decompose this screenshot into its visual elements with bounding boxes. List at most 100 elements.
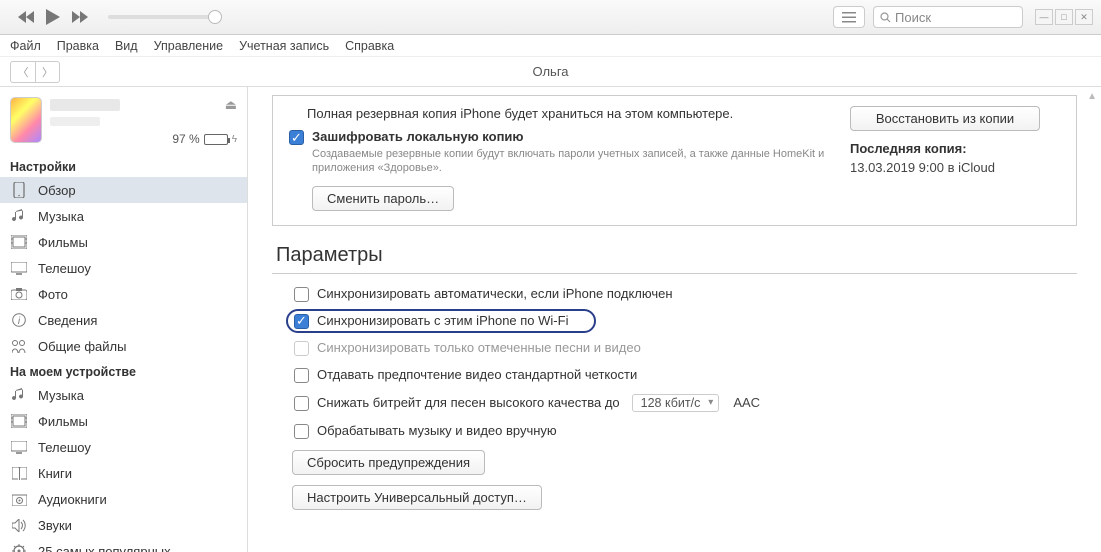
- option-checkbox[interactable]: [294, 368, 309, 383]
- sidebar-item-label: Музыка: [38, 388, 84, 403]
- camera-icon: [10, 286, 28, 302]
- menu-edit[interactable]: Правка: [57, 39, 99, 53]
- sidebar-item-label: Телешоу: [38, 440, 91, 455]
- minimize-button[interactable]: —: [1035, 9, 1053, 25]
- sidebar-item-label: Общие файлы: [38, 339, 126, 354]
- option-row: Синхронизировать автоматически, если iPh…: [294, 286, 1101, 302]
- backup-description: Полная резервная копия iPhone будет хран…: [307, 106, 826, 121]
- option-checkbox[interactable]: [294, 424, 309, 439]
- option-label: Синхронизировать только отмеченные песни…: [317, 340, 641, 355]
- codec-label: AAC: [733, 395, 760, 410]
- sidebar-item-label: Фильмы: [38, 235, 88, 250]
- back-button[interactable]: 〈: [11, 62, 35, 82]
- sidebar-item[interactable]: Звуки: [0, 512, 247, 538]
- sidebar-item[interactable]: Общие файлы: [0, 333, 247, 359]
- eject-icon[interactable]: ⏏: [225, 97, 237, 113]
- info-icon: i: [10, 312, 28, 328]
- sidebar-item[interactable]: Аудиокниги: [0, 486, 247, 512]
- option-row: Синхронизировать только отмеченные песни…: [294, 340, 1101, 356]
- film-icon: [10, 413, 28, 429]
- backup-panel: Полная резервная копия iPhone будет хран…: [272, 95, 1077, 226]
- sidebar-item[interactable]: Телешоу: [0, 255, 247, 281]
- sidebar-item[interactable]: 25 самых популярных: [0, 538, 247, 552]
- svg-text:i: i: [18, 316, 21, 327]
- menu-account[interactable]: Учетная запись: [239, 39, 329, 53]
- battery-percent: 97 %: [172, 132, 199, 146]
- sidebar-item[interactable]: Фильмы: [0, 229, 247, 255]
- close-button[interactable]: ✕: [1075, 9, 1093, 25]
- content-pane: ▲ Полная резервная копия iPhone будет хр…: [248, 87, 1101, 552]
- divider: [272, 273, 1077, 274]
- encrypt-checkbox[interactable]: ✓: [289, 130, 304, 145]
- restore-from-backup-button[interactable]: Восстановить из копии: [850, 106, 1040, 131]
- play-button[interactable]: [46, 9, 60, 25]
- parameters-heading: Параметры: [276, 244, 1073, 267]
- option-label: Обрабатывать музыку и видео вручную: [317, 423, 557, 438]
- search-icon: [880, 12, 891, 23]
- sidebar-item-label: Телешоу: [38, 261, 91, 276]
- last-backup-label: Последняя копия:: [850, 141, 1060, 156]
- change-password-button[interactable]: Сменить пароль…: [312, 186, 454, 211]
- option-label: Синхронизировать с этим iPhone по Wi-Fi: [317, 313, 568, 328]
- universal-access-button[interactable]: Настроить Универсальный доступ…: [292, 485, 542, 510]
- option-row: Обрабатывать музыку и видео вручную: [294, 423, 1101, 439]
- sidebar-item[interactable]: Фильмы: [0, 408, 247, 434]
- option-checkbox[interactable]: [294, 396, 309, 411]
- phone-icon: [10, 182, 28, 198]
- option-label: Синхронизировать автоматически, если iPh…: [317, 286, 673, 301]
- menu-view[interactable]: Вид: [115, 39, 138, 53]
- sidebar-item-label: Фильмы: [38, 414, 88, 429]
- menu-file[interactable]: Файл: [10, 39, 41, 53]
- search-input[interactable]: Поиск: [873, 6, 1023, 28]
- sidebar-item[interactable]: i Сведения: [0, 307, 247, 333]
- prev-button[interactable]: [18, 11, 34, 23]
- film-icon: [10, 234, 28, 250]
- page-title: Ольга: [532, 64, 568, 79]
- option-checkbox[interactable]: [294, 287, 309, 302]
- list-view-button[interactable]: [833, 6, 865, 28]
- sidebar-item-label: 25 самых популярных: [38, 544, 171, 552]
- option-label: Отдавать предпочтение видео стандартной …: [317, 367, 637, 382]
- option-label: Снижать битрейт для песен высокого качес…: [317, 395, 620, 410]
- sidebar-item[interactable]: Обзор: [0, 177, 247, 203]
- menu-controls[interactable]: Управление: [154, 39, 224, 53]
- reset-warnings-button[interactable]: Сбросить предупреждения: [292, 450, 485, 475]
- sidebar-section-ondevice: На моем устройстве: [0, 359, 247, 382]
- forward-button[interactable]: 〉: [35, 62, 59, 82]
- tv-icon: [10, 439, 28, 455]
- star-icon: [10, 543, 28, 552]
- books-icon: [10, 465, 28, 481]
- sidebar-item[interactable]: Музыка: [0, 382, 247, 408]
- sidebar-section-settings: Настройки: [0, 154, 247, 177]
- music-icon: [10, 387, 28, 403]
- device-model: [50, 117, 100, 126]
- sidebar-item[interactable]: Фото: [0, 281, 247, 307]
- scroll-up-icon[interactable]: ▲: [1087, 91, 1097, 102]
- volume-slider[interactable]: [108, 15, 218, 19]
- option-row: Снижать битрейт для песен высокого качес…: [294, 394, 1101, 412]
- sidebar-item-label: Фото: [38, 287, 68, 302]
- option-checkbox[interactable]: ✓: [294, 314, 309, 329]
- bitrate-select[interactable]: 128 кбит/с: [632, 394, 720, 412]
- audio-icon: [10, 491, 28, 507]
- search-placeholder: Поиск: [895, 10, 931, 25]
- device-header[interactable]: ⏏ 97 % ϟ: [0, 93, 247, 154]
- sidebar-item[interactable]: Книги: [0, 460, 247, 486]
- sidebar-item-label: Сведения: [38, 313, 97, 328]
- maximize-button[interactable]: □: [1055, 9, 1073, 25]
- encrypt-label: Зашифровать локальную копию: [312, 129, 524, 144]
- next-button[interactable]: [72, 11, 88, 23]
- last-backup-value: 13.03.2019 9:00 в iCloud: [850, 160, 1060, 175]
- sidebar-item[interactable]: Телешоу: [0, 434, 247, 460]
- menu-help[interactable]: Справка: [345, 39, 394, 53]
- nav-bar: 〈 〉 Ольга: [0, 57, 1101, 87]
- option-row: ✓ Синхронизировать с этим iPhone по Wi-Fi: [294, 313, 1101, 329]
- charging-icon: ϟ: [232, 134, 237, 145]
- sidebar-item[interactable]: Музыка: [0, 203, 247, 229]
- sound-icon: [10, 517, 28, 533]
- sidebar: ⏏ 97 % ϟ Настройки ОбзорМузыкаФильмыТеле…: [0, 87, 248, 552]
- top-toolbar: Поиск — □ ✕: [0, 0, 1101, 35]
- option-row: Отдавать предпочтение видео стандартной …: [294, 367, 1101, 383]
- tv-icon: [10, 260, 28, 276]
- sidebar-item-label: Книги: [38, 466, 72, 481]
